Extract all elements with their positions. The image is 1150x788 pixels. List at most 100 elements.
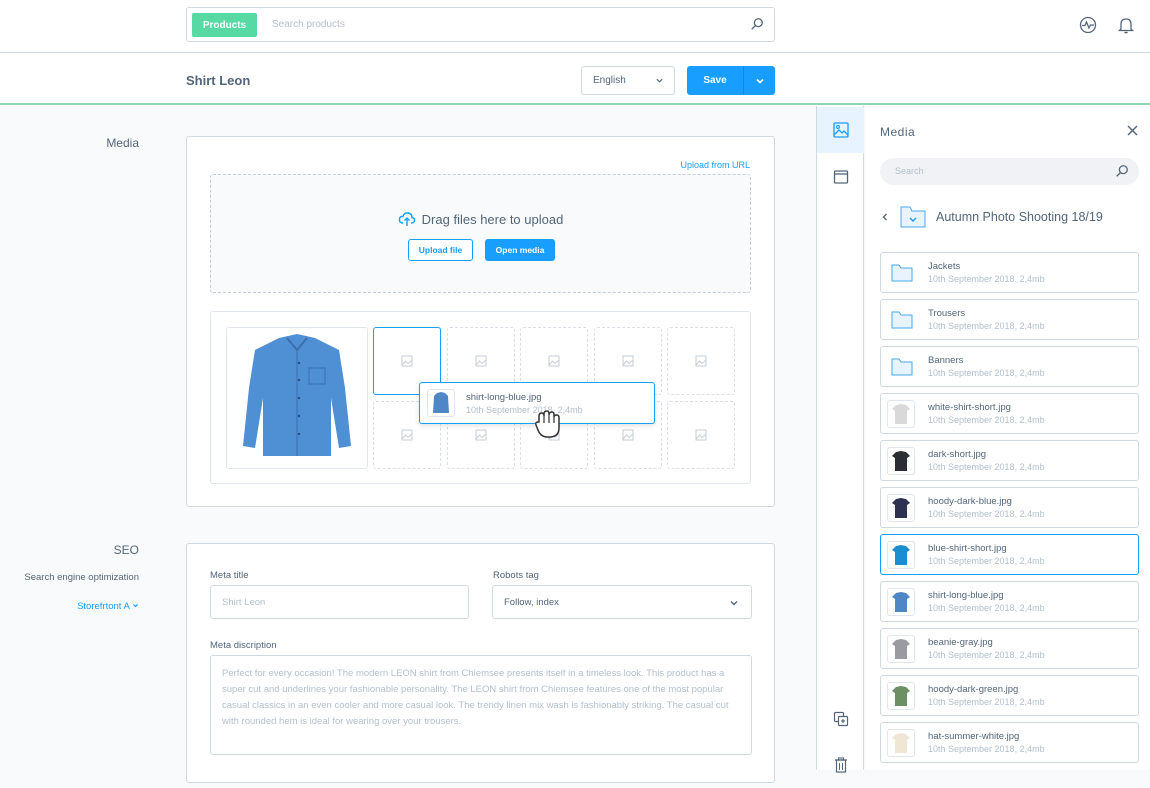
search-placeholder[interactable]: Search products (272, 19, 345, 30)
media-item-meta: 10th September 2018, 2,4mb (928, 744, 1045, 754)
folder-icon (891, 358, 913, 376)
meta-title-label: Meta title (210, 570, 249, 581)
upload-from-url-link[interactable]: Upload from URL (680, 160, 750, 170)
media-item-name: blue-shirt-short.jpg (928, 543, 1007, 554)
media-folder-item[interactable]: Jackets 10th September 2018, 2,4mb (880, 252, 1139, 293)
main-content: Media Upload from URL Drag files here to… (0, 106, 816, 783)
language-value: English (593, 75, 626, 86)
image-icon (832, 122, 849, 138)
sidebar-tool-column (816, 106, 864, 773)
robots-tag-select[interactable]: Follow, index (492, 585, 752, 619)
media-file-item[interactable]: dark-short.jpg 10th September 2018, 2,4mb (880, 440, 1139, 481)
activity-icon[interactable] (1079, 16, 1097, 34)
media-item-name: hoody-dark-green.jpg (928, 684, 1019, 695)
window-icon (833, 170, 848, 184)
global-search[interactable]: Products Search products (186, 7, 775, 42)
meta-description-textarea[interactable]: Perfect for every occasion! The modern L… (210, 655, 752, 755)
media-file-item[interactable]: beanie-gray.jpg 10th September 2018, 2,4m… (880, 628, 1139, 669)
seo-section-label: SEO (113, 543, 139, 557)
trash-icon (834, 757, 847, 773)
robots-tag-value: Follow, index (504, 597, 559, 608)
dragged-file-meta: 10th September 2018, 2,4mb (466, 405, 583, 415)
shirt-image (243, 334, 351, 456)
media-thumbnail (887, 588, 915, 616)
media-item-name: white-shirt-short.jpg (928, 402, 1011, 413)
media-file-item[interactable]: hoody-dark-green.jpg 10th September 2018,… (880, 675, 1139, 716)
meta-title-value: Shirt Leon (222, 597, 266, 608)
bell-icon[interactable] (1117, 16, 1135, 34)
save-button[interactable]: Save (687, 66, 744, 95)
media-item-name: beanie-gray.jpg (928, 637, 993, 648)
top-bar: Products Search products (0, 0, 1150, 53)
media-search-input[interactable]: Search (880, 158, 1139, 185)
folder-icon (900, 206, 926, 228)
media-thumbnail (887, 729, 915, 757)
robots-tag-label: Robots tag (493, 570, 539, 581)
sidebar-media-button[interactable] (817, 107, 864, 153)
media-item-meta: 10th September 2018, 2,4mb (928, 415, 1045, 425)
media-file-item[interactable]: hoody-dark-blue.jpg 10th September 2018, … (880, 487, 1139, 528)
media-item-meta: 10th September 2018, 2,4mb (928, 462, 1045, 472)
media-file-item[interactable]: white-shirt-short.jpg 10th September 2018… (880, 393, 1139, 434)
save-button-group: Save (687, 66, 775, 95)
image-slot[interactable] (667, 401, 735, 469)
chevron-left-icon[interactable] (880, 212, 890, 222)
product-image (892, 545, 910, 565)
media-thumbnail (887, 400, 915, 428)
sidebar-duplicate-button[interactable] (817, 696, 864, 742)
folder-icon (891, 311, 913, 329)
seo-section-description: Search engine optimization (24, 572, 139, 583)
chevron-down-icon (755, 78, 764, 84)
search-icon[interactable] (750, 17, 764, 31)
media-item-meta: 10th September 2018, 2,4mb (928, 697, 1045, 707)
save-options-button[interactable] (744, 66, 775, 95)
meta-description-value: Perfect for every occasion! The modern L… (222, 668, 729, 727)
media-item-name: Trousers (928, 308, 966, 319)
image-slot[interactable] (667, 327, 735, 395)
media-folder-item[interactable]: Banners 10th September 2018, 2,4mb (880, 346, 1139, 387)
drag-files-text: Drag files here to upload (421, 211, 564, 227)
meta-title-input[interactable]: Shirt Leon (210, 585, 469, 619)
image-placeholder-icon (475, 355, 487, 367)
sidebar-window-button[interactable] (817, 154, 864, 200)
chevron-down-icon (730, 601, 738, 606)
product-image (892, 592, 910, 612)
media-file-item[interactable]: shirt-long-blue.jpg 10th September 2018, … (880, 581, 1139, 622)
upload-file-button[interactable]: Upload file (408, 239, 473, 261)
media-item-meta: 10th September 2018, 2,4mb (928, 650, 1045, 660)
image-placeholder-icon (695, 355, 707, 367)
product-image (892, 498, 910, 518)
search-module-badge[interactable]: Products (192, 13, 257, 37)
media-item-name: hoody-dark-blue.jpg (928, 496, 1012, 507)
meta-description-label: Meta discription (210, 640, 277, 651)
media-item-meta: 10th September 2018, 2,4mb (928, 368, 1045, 378)
media-file-item[interactable]: blue-shirt-short.jpg 10th September 2018,… (880, 534, 1139, 575)
image-placeholder-icon (622, 429, 634, 441)
media-item-name: Jackets (928, 261, 961, 272)
media-thumbnail (887, 682, 915, 710)
media-item-name: hat-summer-white.jpg (928, 731, 1020, 742)
image-placeholder-icon (548, 355, 560, 367)
image-placeholder-icon (401, 355, 413, 367)
upload-dropzone[interactable]: Drag files here to upload Upload file Op… (210, 174, 751, 293)
open-media-button[interactable]: Open media (485, 239, 555, 261)
close-icon[interactable] (1127, 125, 1138, 136)
media-item-meta: 10th September 2018, 2,4mb (928, 274, 1045, 284)
product-image (892, 639, 910, 659)
language-select[interactable]: English (581, 66, 675, 95)
cover-image[interactable] (226, 327, 368, 469)
media-folder-item[interactable]: Trousers 10th September 2018, 2,4mb (880, 299, 1139, 340)
media-item-meta: 10th September 2018, 2,4mb (928, 603, 1045, 613)
image-placeholder-icon (401, 429, 413, 441)
page-title: Shirt Leon (186, 73, 251, 88)
dragged-filename: shirt-long-blue.jpg (466, 392, 542, 403)
folder-icon (891, 264, 913, 282)
sidebar-delete-button[interactable] (817, 742, 864, 788)
media-search-placeholder: Search (895, 166, 924, 176)
duplicate-icon (833, 711, 848, 727)
media-file-item[interactable]: hat-summer-white.jpg 10th September 2018,… (880, 722, 1139, 763)
media-section-label: Media (106, 136, 139, 150)
media-panel-title: Media (880, 125, 916, 139)
storefront-select[interactable]: Storefrtont A (40, 601, 139, 612)
image-placeholder-icon (695, 429, 707, 441)
